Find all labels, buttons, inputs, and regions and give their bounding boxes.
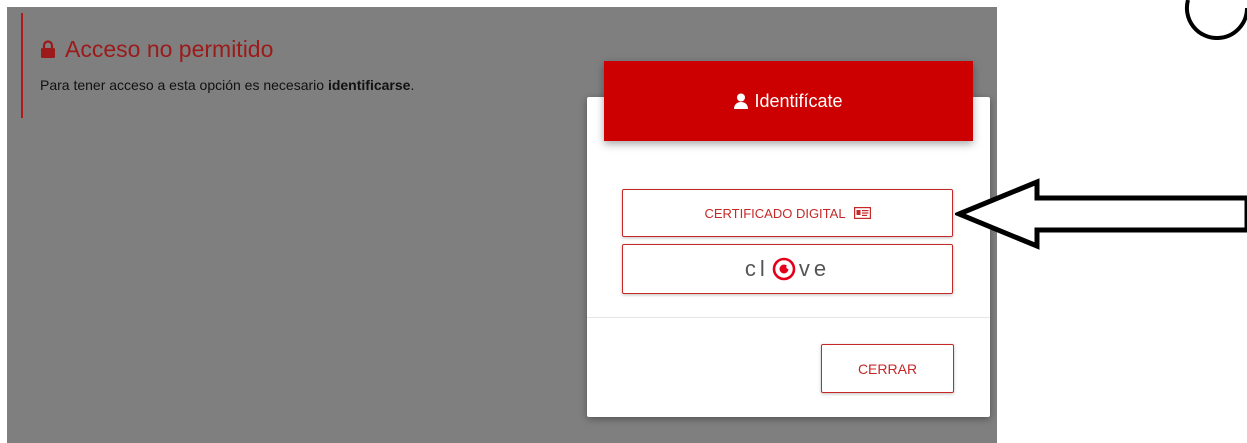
- modal-header: Identifícate: [604, 61, 973, 141]
- lock-icon: [40, 40, 56, 58]
- id-card-icon: [853, 207, 871, 219]
- alert-title: Acceso no permitido: [40, 36, 414, 62]
- annotation-arrow-icon: [955, 178, 1247, 250]
- clave-logo: cl ve: [744, 256, 831, 281]
- certificado-digital-button[interactable]: CERTIFICADO DIGITAL: [622, 189, 953, 237]
- annotation-circle-icon: [1184, 0, 1247, 40]
- alert-message-suffix: .: [410, 77, 415, 93]
- alert-title-text: Acceso no permitido: [65, 36, 274, 62]
- modal-divider: [587, 317, 990, 318]
- certificado-digital-label: CERTIFICADO DIGITAL: [704, 205, 846, 221]
- clave-at-icon: [772, 257, 796, 281]
- user-icon: [734, 93, 749, 109]
- cerrar-label: CERRAR: [857, 360, 918, 377]
- modal-title: Identifícate: [754, 90, 843, 111]
- clave-button[interactable]: cl ve: [622, 244, 953, 294]
- alert-message: Para tener acceso a esta opción es neces…: [40, 77, 414, 93]
- cerrar-button[interactable]: CERRAR: [821, 344, 954, 393]
- alert-message-bold: identificarse: [327, 77, 411, 93]
- access-denied-alert: Acceso no permitido Para tener acceso a …: [21, 13, 414, 118]
- alert-message-prefix: Para tener acceso a esta opción es neces…: [40, 77, 328, 93]
